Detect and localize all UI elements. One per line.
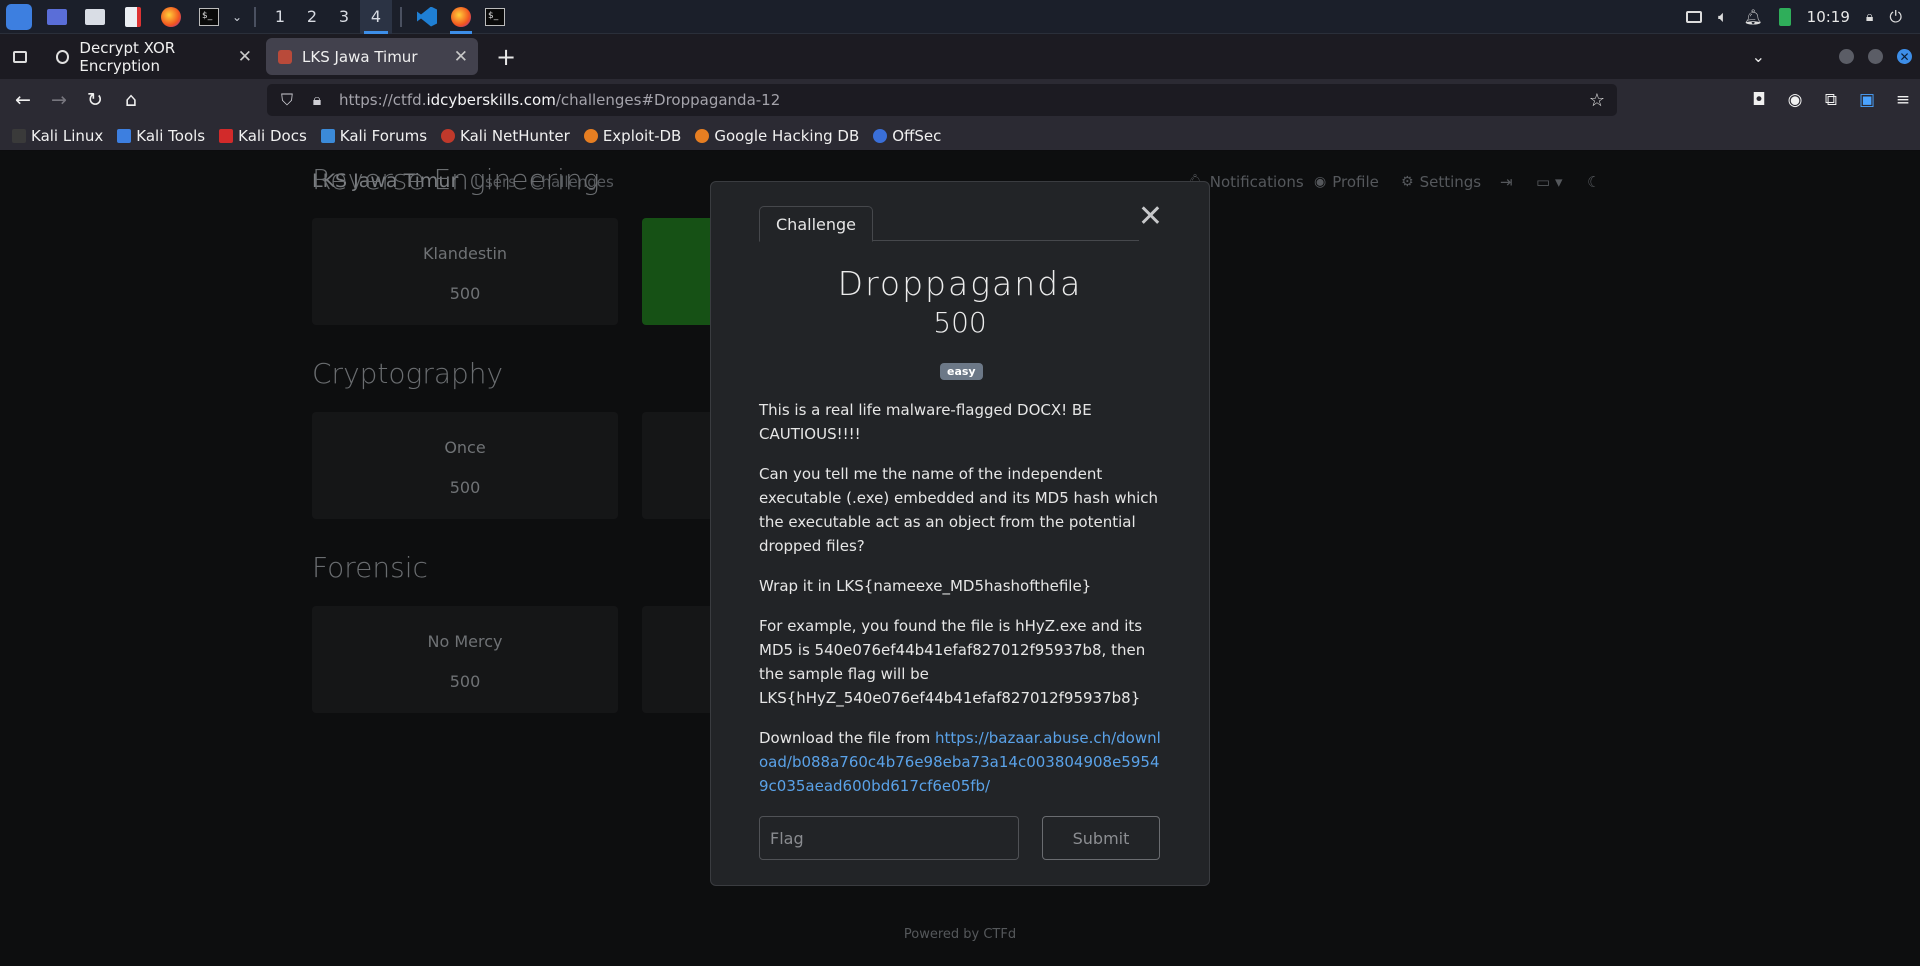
forward-arrow-icon[interactable]: → bbox=[41, 84, 77, 116]
system-tray: 🔈︎ 🔔︎ 10:19 🔒︎ ⏻ bbox=[1686, 0, 1920, 34]
tab-title: LKS Jawa Timur bbox=[302, 47, 418, 66]
back-arrow-icon[interactable]: ← bbox=[5, 84, 41, 116]
vscode-window-icon[interactable] bbox=[410, 0, 444, 34]
firefox-launcher-icon[interactable] bbox=[152, 0, 190, 34]
bookmark-google-hacking-db[interactable]: Google Hacking DB bbox=[695, 127, 859, 145]
account-icon[interactable]: ◉ bbox=[1784, 89, 1806, 111]
tab-challenge[interactable]: Challenge bbox=[759, 206, 873, 242]
list-all-tabs-icon[interactable]: ⌄ bbox=[1752, 47, 1765, 66]
kali-docs-icon bbox=[219, 128, 234, 143]
bookmark-kali-nethunter[interactable]: Kali NetHunter bbox=[441, 127, 570, 145]
firefox-view-icon[interactable] bbox=[0, 34, 40, 79]
window-controls: ⌄ ✕ bbox=[1752, 34, 1920, 79]
extensions-icon[interactable]: ⧉ bbox=[1820, 89, 1842, 111]
description-paragraph: Wrap it in LKS{nameexe_MD5hashofthefile} bbox=[759, 577, 1092, 595]
home-icon[interactable]: ⌂ bbox=[113, 84, 149, 116]
globe-icon bbox=[56, 49, 70, 64]
bookmark-label: Kali Tools bbox=[136, 126, 206, 145]
bookmark-label: Kali NetHunter bbox=[460, 126, 570, 145]
os-taskbar: $_ ⌄ 1 2 3 4 $_ 🔈︎ 🔔︎ 10:19 🔒︎ ⏻ bbox=[0, 0, 1920, 34]
bookmark-offsec[interactable]: OffSec bbox=[873, 127, 941, 145]
exploit-db-icon bbox=[583, 128, 598, 143]
challenge-description: This is a real life malware-flagged DOCX… bbox=[759, 398, 1165, 814]
bookmark-label: Exploit-DB bbox=[602, 126, 682, 145]
shield-icon[interactable]: ⛉ bbox=[279, 90, 295, 110]
lock-icon[interactable]: 🔒︎ bbox=[309, 90, 325, 110]
bookmark-exploit-db[interactable]: Exploit-DB bbox=[583, 126, 682, 145]
browser-tab-bar: Decrypt XOR Encryption ✕ LKS Jawa Timur … bbox=[0, 34, 1920, 79]
tab-title: Decrypt XOR Encryption bbox=[79, 38, 176, 75]
chevron-down-icon[interactable]: ⌄ bbox=[228, 0, 246, 34]
bookmark-label: Google Hacking DB bbox=[714, 126, 860, 145]
close-window-button[interactable]: ✕ bbox=[1897, 49, 1912, 64]
download-text: Download the file from bbox=[759, 729, 936, 747]
menu-icon[interactable]: ≡ bbox=[1892, 89, 1914, 111]
description-paragraph: This is a real life malware-flagged DOCX… bbox=[759, 401, 1092, 443]
pocket-icon[interactable]: ◘ bbox=[1748, 89, 1770, 111]
close-tab-icon[interactable]: ✕ bbox=[238, 47, 252, 67]
bookmark-kali-docs[interactable]: Kali Docs bbox=[219, 127, 307, 145]
minimize-button[interactable] bbox=[1839, 49, 1854, 64]
maximize-button[interactable] bbox=[1868, 49, 1883, 64]
bookmark-kali-tools[interactable]: Kali Tools bbox=[117, 127, 205, 145]
bookmark-label: Kali Forums bbox=[339, 126, 428, 145]
new-tab-button[interactable]: + bbox=[492, 43, 520, 71]
description-paragraph: Download the file from https://bazaar.ab… bbox=[759, 726, 1165, 798]
bookmarks-bar: Kali Linux Kali Tools Kali Docs Kali For… bbox=[0, 121, 1920, 151]
terminal-launcher-icon[interactable]: $_ bbox=[190, 0, 228, 34]
bookmark-kali-forums[interactable]: Kali Forums bbox=[320, 126, 428, 145]
workspace-switcher-icon[interactable] bbox=[38, 0, 76, 34]
tab-decrypt-xor[interactable]: Decrypt XOR Encryption ✕ bbox=[44, 38, 262, 75]
modal-tabs: Challenge bbox=[759, 206, 1139, 242]
terminal-window-icon[interactable]: $_ bbox=[478, 0, 512, 34]
offsec-icon bbox=[873, 128, 888, 143]
description-paragraph: Can you tell me the name of the independ… bbox=[759, 465, 1159, 555]
submit-button[interactable]: Submit bbox=[1042, 816, 1160, 860]
battery-icon[interactable] bbox=[1778, 8, 1791, 26]
challenge-value: 500 bbox=[933, 306, 987, 339]
ghdb-icon bbox=[695, 128, 710, 143]
notification-bell-icon[interactable]: 🔔︎ bbox=[1744, 8, 1763, 26]
bookmark-kali-linux[interactable]: Kali Linux bbox=[12, 127, 103, 145]
url-text[interactable]: https://ctfd.idcyberskills.com/challenge… bbox=[339, 91, 780, 109]
tab-lks-jawa-timur[interactable]: LKS Jawa Timur ✕ bbox=[266, 38, 478, 75]
nethunter-icon bbox=[441, 128, 456, 143]
ctfd-page: LKS Jawa Timur Users Challenges 🔔︎Notifi… bbox=[0, 151, 1920, 966]
close-tab-icon[interactable]: ✕ bbox=[454, 47, 468, 67]
bookmark-label: Kali Docs bbox=[238, 126, 307, 145]
text-editor-icon[interactable] bbox=[114, 0, 152, 34]
url-bar[interactable]: ⛉ 🔒︎ https://ctfd.idcyberskills.com/chal… bbox=[267, 84, 1617, 116]
toolbar-right: ◘ ◉ ⧉ ▣ ≡ bbox=[1748, 84, 1914, 116]
workspace-3[interactable]: 3 bbox=[328, 0, 360, 34]
lock-icon[interactable]: 🔒︎ bbox=[1866, 9, 1873, 25]
workspace-4[interactable]: 4 bbox=[360, 0, 392, 34]
description-paragraph: For example, you found the file is hHyZ.… bbox=[759, 617, 1146, 707]
kali-forums-icon bbox=[320, 128, 335, 143]
taskbar-separator bbox=[254, 6, 256, 27]
firefox-window-icon[interactable] bbox=[444, 0, 478, 34]
clock[interactable]: 10:19 bbox=[1807, 8, 1850, 26]
reload-icon[interactable]: ↻ bbox=[77, 84, 113, 116]
display-icon[interactable] bbox=[1686, 11, 1702, 23]
extension-badge-icon[interactable]: ▣ bbox=[1856, 89, 1878, 111]
bookmark-label: OffSec bbox=[892, 126, 942, 145]
power-icon[interactable]: ⏻ bbox=[1889, 7, 1902, 27]
kali-tools-icon bbox=[117, 128, 132, 143]
taskbar-separator bbox=[400, 6, 402, 27]
kali-dragon-icon bbox=[12, 128, 26, 143]
workspace-1[interactable]: 1 bbox=[264, 0, 296, 34]
volume-icon[interactable]: 🔈︎ bbox=[1718, 7, 1728, 27]
difficulty-badge: easy bbox=[940, 363, 983, 380]
challenge-modal: Challenge ✕ Droppaganda 500 easy This is… bbox=[710, 181, 1210, 886]
file-manager-icon[interactable] bbox=[76, 0, 114, 34]
kali-menu-icon[interactable] bbox=[0, 0, 38, 34]
flag-input[interactable] bbox=[759, 816, 1019, 860]
ctfd-icon bbox=[278, 49, 292, 64]
browser-nav-bar: ← → ↻ ⌂ ⛉ 🔒︎ https://ctfd.idcyberskills.… bbox=[0, 79, 1920, 121]
workspace-2[interactable]: 2 bbox=[296, 0, 328, 34]
bookmark-star-icon[interactable]: ☆ bbox=[1589, 90, 1605, 111]
close-icon[interactable]: ✕ bbox=[1138, 202, 1163, 232]
challenge-name: Droppaganda bbox=[837, 264, 1083, 303]
bookmark-label: Kali Linux bbox=[31, 126, 104, 145]
